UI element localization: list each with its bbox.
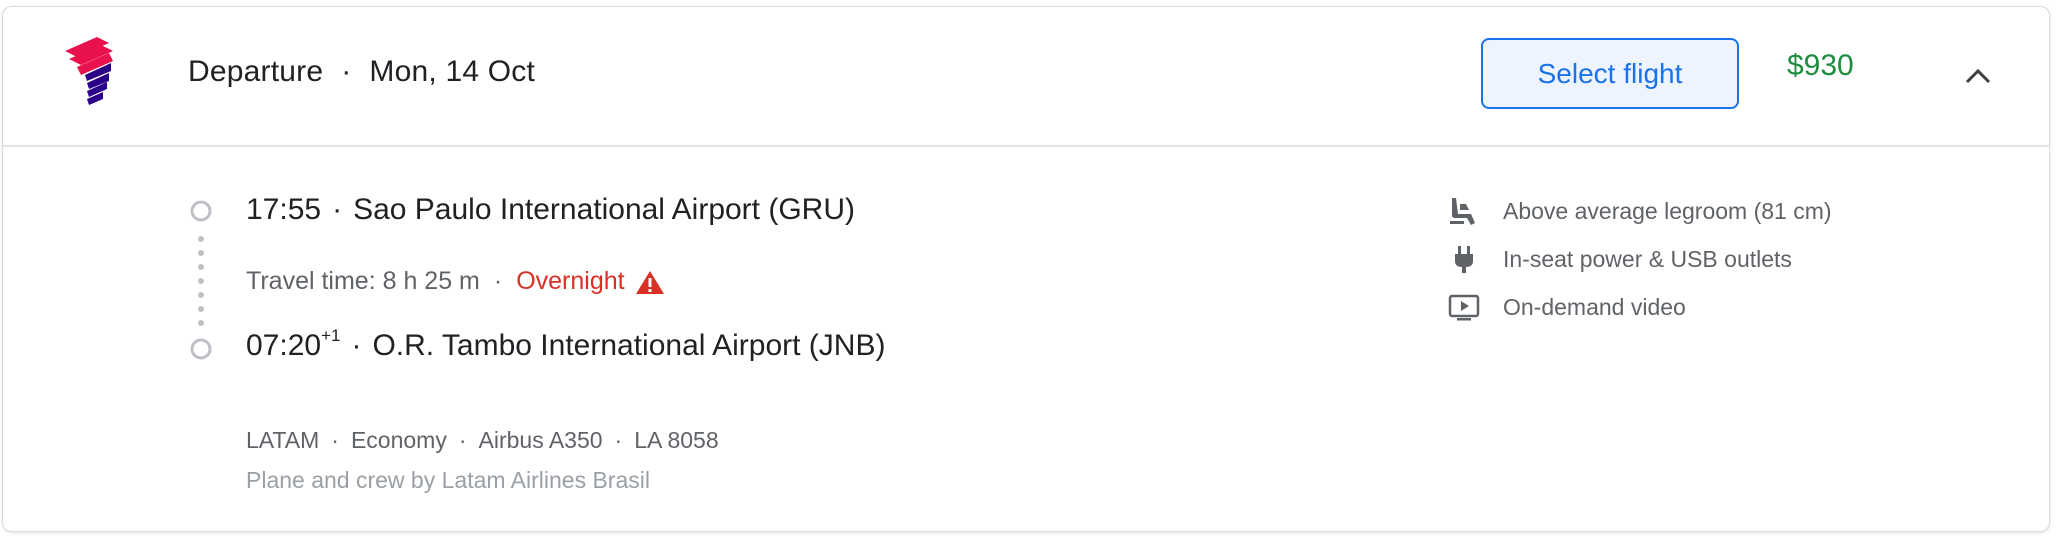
- amenity-label: In-seat power & USB outlets: [1503, 245, 1792, 272]
- select-flight-button[interactable]: Select flight: [1481, 38, 1739, 109]
- overnight-label: Overnight: [516, 267, 625, 295]
- itinerary-timeline: [190, 200, 212, 360]
- flight-card: Departure · Mon, 14 Oct Select flight $930…: [2, 6, 2050, 532]
- arrival-day-offset: +1: [321, 326, 341, 345]
- flight-details: LATAM · Economy · Airbus A350 · LA 8058: [246, 427, 719, 454]
- flight-price: $930: [1787, 49, 1854, 82]
- flight-heading: Departure · Mon, 14 Oct: [188, 55, 535, 89]
- details-separator: ·: [614, 427, 623, 453]
- details-separator: ·: [458, 427, 467, 453]
- video-play-icon: [1448, 294, 1480, 321]
- amenity-video: On-demand video: [1447, 283, 1832, 331]
- arrival-time: 07:20: [246, 329, 322, 362]
- warning-triangle-icon: [635, 270, 664, 294]
- amenity-legroom: Above average legroom (81 cm): [1447, 187, 1832, 235]
- direction-label: Departure: [188, 55, 324, 88]
- travel-time-row: Travel time: 8 h 25 m · Overnight: [246, 267, 665, 296]
- amenities-list: Above average legroom (81 cm) In-seat po…: [1447, 187, 1832, 331]
- departure-row: 17:55 · Sao Paulo International Airport (G…: [246, 193, 855, 227]
- flight-number: LA 8058: [634, 427, 719, 453]
- heading-separator: ·: [341, 55, 352, 88]
- arrival-row: 07:20+1 · O.R. Tambo International Airport…: [246, 326, 886, 363]
- arrival-dot: [190, 338, 212, 360]
- aircraft-type: Airbus A350: [478, 427, 603, 453]
- travel-separator: ·: [493, 267, 503, 295]
- latam-logo: [65, 37, 113, 105]
- departure-separator: ·: [332, 193, 343, 226]
- flight-date: Mon, 14 Oct: [369, 55, 536, 88]
- cabin-class: Economy: [350, 427, 447, 453]
- details-separator: ·: [331, 427, 339, 453]
- departure-time: 17:55: [246, 193, 322, 226]
- arrival-separator: ·: [351, 329, 362, 362]
- departure-airport: Sao Paulo International Airport (GRU): [353, 193, 855, 226]
- travel-time: Travel time: 8 h 25 m: [246, 267, 480, 295]
- power-plug-icon: [1455, 246, 1473, 273]
- amenity-power: In-seat power & USB outlets: [1447, 235, 1832, 283]
- chevron-up-icon[interactable]: [1963, 65, 1993, 87]
- airline-name: LATAM: [246, 427, 320, 453]
- departure-dot: [190, 200, 212, 222]
- flight-card-header[interactable]: Departure · Mon, 14 Oct Select flight $930: [3, 7, 2049, 147]
- arrival-airport: O.R. Tambo International Airport (JNB): [372, 329, 886, 362]
- operated-by: Plane and crew by Latam Airlines Brasil: [246, 467, 650, 493]
- amenity-label: Above average legroom (81 cm): [1503, 197, 1832, 224]
- seat-legroom-icon: [1450, 198, 1475, 225]
- amenity-label: On-demand video: [1503, 293, 1686, 320]
